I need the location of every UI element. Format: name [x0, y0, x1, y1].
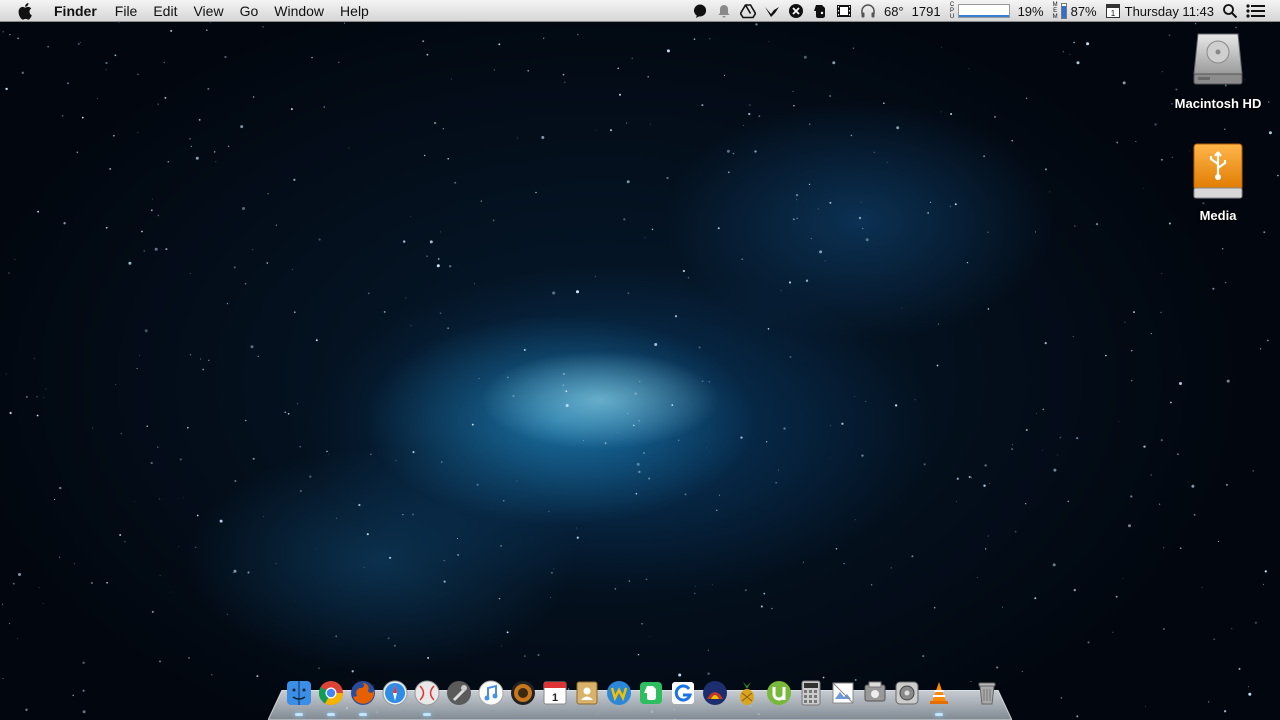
cpu-monitor[interactable]: C P U	[945, 0, 1014, 22]
dock: 1	[268, 676, 1012, 720]
notification-bubble-icon[interactable]	[688, 0, 712, 22]
cpu-label: C P U	[949, 2, 956, 20]
dock-item-finder[interactable]	[284, 678, 314, 716]
memory-bar	[1060, 3, 1067, 19]
wunderlist-icon	[607, 681, 631, 705]
film-strip-icon[interactable]	[832, 0, 856, 22]
cpu-label-u: U	[949, 14, 955, 20]
svg-text:1: 1	[552, 692, 558, 704]
counter-value[interactable]: 1791	[908, 0, 945, 22]
dock-item-calendar[interactable]: 1	[540, 678, 570, 708]
pineapple-icon	[740, 682, 754, 705]
desktop-icon-media[interactable]: Media	[1163, 142, 1273, 223]
dock-item-pineapple[interactable]	[732, 678, 762, 708]
clock: Thursday 11:43	[1124, 3, 1214, 19]
dock-item-calculator[interactable]	[796, 678, 826, 708]
evernote-icon[interactable]	[808, 0, 832, 22]
dock-item-system-info[interactable]	[860, 678, 890, 708]
dock-item-utorrent[interactable]	[764, 678, 794, 708]
fireworks-icon	[703, 681, 727, 705]
system-preferences-icon	[895, 681, 919, 705]
calendar-icon: 1	[1105, 4, 1120, 18]
trash-icon	[978, 682, 996, 705]
dock-item-safari[interactable]	[380, 678, 410, 708]
dock-item-system-preferences[interactable]	[892, 678, 922, 708]
system-info-icon	[864, 681, 886, 702]
dock-item-chrome[interactable]	[316, 678, 346, 716]
hard-drive-icon	[1193, 33, 1243, 85]
running-indicator	[935, 713, 943, 716]
menu-go[interactable]: Go	[232, 0, 267, 22]
menu-file[interactable]: File	[107, 0, 146, 22]
calendar-day: 1	[1110, 9, 1115, 18]
dock-item-wunderlist[interactable]	[604, 678, 634, 708]
cpu-graph	[957, 4, 1010, 18]
utorrent-icon	[767, 681, 791, 705]
vlc-icon	[930, 682, 948, 704]
safari-icon	[382, 680, 408, 706]
firefox-icon	[351, 681, 375, 705]
dock-item-evernote[interactable]	[636, 678, 666, 708]
cpu-percent[interactable]: 19%	[1014, 0, 1048, 22]
itunes-icon	[478, 680, 504, 706]
spotlight-search-icon[interactable]	[1218, 0, 1242, 22]
running-indicator	[423, 713, 431, 716]
dock-item-fireworks[interactable]	[700, 678, 730, 708]
xmarks-icon[interactable]	[784, 0, 808, 22]
desktop-icon-label: Macintosh HD	[1174, 96, 1262, 111]
ball-icon	[414, 680, 440, 706]
memory-monitor[interactable]: M E M 87%	[1048, 0, 1101, 22]
dock-item-firefox[interactable]	[348, 678, 378, 716]
calculator-icon	[801, 680, 821, 706]
apple-menu-icon[interactable]	[18, 2, 38, 20]
preview-icon	[832, 682, 854, 704]
menu-window[interactable]: Window	[266, 0, 332, 22]
dock-item-itunes[interactable]	[476, 678, 506, 708]
menu-help[interactable]: Help	[332, 0, 377, 22]
cpu-graph-fill	[958, 14, 1009, 17]
dock-icons: 1	[284, 678, 1002, 716]
crane-icon[interactable]	[760, 0, 784, 22]
calendar-clock[interactable]: 1 Thursday 11:43	[1101, 0, 1218, 22]
grammar-g-icon	[672, 682, 694, 704]
bell-icon[interactable]	[712, 0, 736, 22]
running-indicator	[327, 713, 335, 716]
notification-center-list-icon[interactable]	[1242, 0, 1270, 22]
evernote-icon	[640, 682, 662, 704]
dock-item-trash[interactable]	[972, 678, 1002, 708]
mem-label: M E M	[1052, 2, 1059, 20]
dock-item-ball[interactable]	[412, 678, 442, 716]
menu-bar: Finder File Edit View Go Window Help 68°…	[0, 0, 1280, 22]
running-indicator	[359, 713, 367, 716]
dock-item-grammar-g[interactable]	[668, 678, 698, 708]
desktop-icon-label: Media	[1199, 208, 1237, 223]
mem-label-m2: M	[1052, 14, 1058, 20]
dock-item-speaker[interactable]	[508, 678, 538, 708]
chrome-icon	[318, 681, 343, 706]
memory-percent: 87%	[1070, 3, 1097, 19]
speaker-icon	[511, 681, 535, 705]
dock-item-contacts[interactable]	[572, 678, 602, 708]
memory-bar-fill	[1061, 5, 1066, 18]
calendar-icon: 1	[543, 681, 567, 705]
headphones-icon[interactable]	[856, 0, 880, 22]
dock-item-preview[interactable]	[828, 678, 858, 708]
dock-item-vlc[interactable]	[924, 678, 954, 716]
menu-finder[interactable]: Finder	[54, 0, 107, 22]
dock-item-launchpad[interactable]	[444, 678, 474, 708]
running-indicator	[295, 713, 303, 716]
google-drive-icon[interactable]	[736, 0, 760, 22]
desktop-icon-macintosh-hd[interactable]: Macintosh HD	[1163, 30, 1273, 111]
menu-edit[interactable]: Edit	[145, 0, 185, 22]
menu-view[interactable]: View	[185, 0, 231, 22]
weather-temperature[interactable]: 68°	[880, 0, 908, 22]
contacts-icon	[576, 681, 598, 705]
usb-drive-icon	[1193, 143, 1243, 199]
launchpad-icon	[447, 681, 471, 705]
wallpaper-starfield	[1, 22, 1279, 720]
finder-icon	[287, 681, 311, 705]
